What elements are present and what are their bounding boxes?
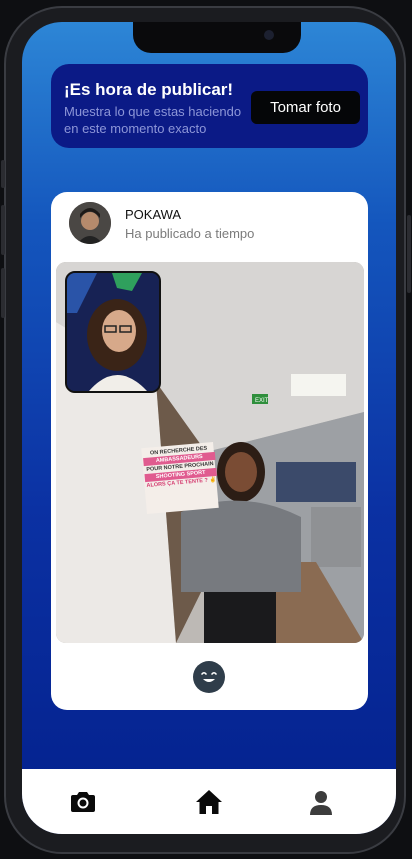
volume-button bbox=[1, 268, 5, 318]
volume-button bbox=[1, 205, 5, 255]
app-screen: ¡Es hora de publicar! Muestra lo que est… bbox=[22, 22, 396, 834]
notch bbox=[133, 22, 301, 53]
banner-subtitle: Muestra lo que estas haciendo en este mo… bbox=[64, 104, 242, 136]
reaction-button[interactable] bbox=[193, 661, 225, 693]
smiley-icon bbox=[201, 671, 217, 682]
power-button bbox=[407, 215, 411, 293]
avatar[interactable] bbox=[69, 202, 111, 244]
post-status: Ha publicado a tiempo bbox=[125, 226, 255, 241]
sign-text: ON RECHERCHE DES AMBASSADEURS POUR NOTRE… bbox=[142, 444, 217, 490]
exit-sign: EXIT bbox=[255, 398, 269, 404]
post-username[interactable]: POKAWA bbox=[125, 207, 181, 222]
bottom-nav bbox=[22, 769, 396, 834]
front-camera bbox=[264, 30, 274, 40]
home-icon[interactable] bbox=[194, 787, 224, 817]
selfie-inset[interactable] bbox=[65, 271, 161, 393]
post-card: POKAWA Ha publicado a tiempo EXIT ON REC… bbox=[51, 192, 368, 710]
banner-title: ¡Es hora de publicar! bbox=[64, 80, 234, 99]
take-photo-button[interactable]: Tomar foto bbox=[251, 91, 360, 124]
profile-icon[interactable] bbox=[306, 787, 336, 817]
publish-banner: ¡Es hora de publicar! Muestra lo que est… bbox=[51, 64, 368, 148]
camera-icon[interactable] bbox=[68, 787, 98, 817]
volume-button bbox=[1, 160, 5, 188]
